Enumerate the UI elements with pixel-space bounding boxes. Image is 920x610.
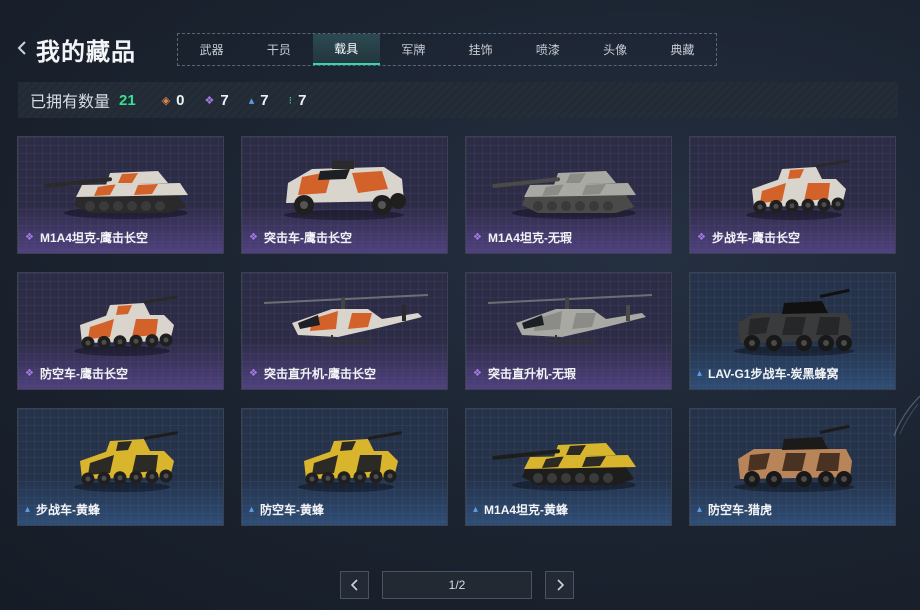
- rarity-count-value: 7: [220, 91, 229, 109]
- rarity-count-value: 7: [298, 91, 307, 109]
- blue-chevron-icon: ▴: [248, 94, 255, 107]
- apc-image: [734, 424, 854, 492]
- rarity-count-value: 0: [176, 91, 185, 109]
- collection-grid: ❖ M1A4坦克-鹰击长空 ❖ 突击车-鹰击长空 ❖ M1A4坦克-无瑕 ❖ 步…: [17, 136, 898, 528]
- collection-card[interactable]: ❖ 突击直升机-鹰击长空: [241, 272, 448, 390]
- card-label: ▴ 防空车-黄蜂: [249, 501, 324, 518]
- rarity-count-value: 7: [260, 91, 269, 109]
- collection-card[interactable]: ▴ M1A4坦克-黄蜂: [465, 408, 672, 526]
- item-name: LAV-G1步战车-炭黑蜂窝: [708, 367, 839, 381]
- prev-page-button[interactable]: [340, 571, 369, 599]
- rarity-count-blue: ▴ 7: [249, 92, 269, 109]
- header: 我的藏品 武器 干员 载具 军牌 挂饰 喷漆 头像 典藏: [0, 0, 920, 80]
- orange-diamond-icon: ◈: [161, 94, 171, 107]
- owned-label: 已拥有数量: [30, 94, 111, 111]
- purple-diamond-icon: ❖: [697, 232, 706, 243]
- item-name: 步战车-鹰击长空: [711, 231, 800, 245]
- collection-card[interactable]: ❖ 防空车-鹰击长空: [17, 272, 224, 390]
- assault-vehicle-image: [284, 161, 406, 220]
- purple-diamond-icon: ❖: [473, 232, 482, 243]
- item-name: 突击直升机-无瑕: [487, 367, 576, 381]
- blue-chevron-icon: ▴: [697, 504, 703, 515]
- category-tabs: 武器 干员 载具 军牌 挂饰 喷漆 头像 典藏: [177, 33, 717, 66]
- purple-diamond-icon: ❖: [249, 368, 258, 379]
- ifv-image: [746, 159, 850, 220]
- collection-card[interactable]: ▴ LAV-G1步战车-炭黑蜂窝: [689, 272, 896, 390]
- item-name: 防空车-黄蜂: [260, 503, 325, 517]
- item-name: M1A4坦克-黄蜂: [484, 503, 569, 517]
- card-label: ❖ 防空车-鹰击长空: [25, 365, 128, 382]
- card-label: ❖ 突击直升机-鹰击长空: [249, 365, 376, 382]
- collection-card[interactable]: ❖ M1A4坦克-鹰击长空: [17, 136, 224, 254]
- card-label: ▴ 防空车-猎虎: [697, 501, 772, 518]
- owned-total: 21: [119, 91, 136, 109]
- card-label: ❖ 突击车-鹰击长空: [249, 229, 352, 246]
- tab-collection[interactable]: 典藏: [649, 34, 716, 65]
- helicopter-image: [487, 294, 653, 342]
- tab-charms[interactable]: 挂饰: [447, 34, 514, 65]
- pagination: 1/2: [340, 571, 574, 599]
- rarity-count-green: ⁝ 7: [289, 92, 307, 109]
- back-button[interactable]: [14, 38, 30, 58]
- blue-chevron-icon: ▴: [249, 504, 255, 515]
- apc-image: [734, 288, 854, 356]
- purple-diamond-icon: ❖: [249, 232, 258, 243]
- collection-card[interactable]: ▴ 防空车-猎虎: [689, 408, 896, 526]
- card-label: ❖ 步战车-鹰击长空: [697, 229, 800, 246]
- blue-chevron-icon: ▴: [697, 368, 703, 379]
- purple-diamond-icon: ❖: [473, 368, 482, 379]
- collection-card[interactable]: ▴ 步战车-黄蜂: [17, 408, 224, 526]
- collection-card[interactable]: ▴ 防空车-黄蜂: [241, 408, 448, 526]
- item-name: 突击直升机-鹰击长空: [263, 367, 376, 381]
- rarity-count-orange: ◈ 0: [162, 92, 185, 109]
- tab-operators[interactable]: 干员: [245, 34, 312, 65]
- rarity-count-purple: ❖ 7: [205, 92, 229, 109]
- ifv-image: [298, 431, 402, 492]
- tab-sprays[interactable]: 喷漆: [514, 34, 581, 65]
- page-title: 我的藏品: [36, 39, 136, 66]
- chevron-right-icon: [556, 579, 564, 591]
- chevron-left-icon: [350, 579, 358, 591]
- owned-count-bar: 已拥有数量 21 ◈ 0 ❖ 7 ▴ 7 ⁝ 7: [18, 82, 898, 118]
- tab-vehicles[interactable]: 载具: [312, 34, 380, 65]
- blue-chevron-icon: ▴: [473, 504, 479, 515]
- page-indicator: 1/2: [382, 571, 532, 599]
- collection-card[interactable]: ❖ 突击车-鹰击长空: [241, 136, 448, 254]
- tank-image: [44, 171, 188, 219]
- card-label: ❖ 突击直升机-无瑕: [473, 365, 576, 382]
- item-name: 突击车-鹰击长空: [263, 231, 352, 245]
- purple-diamond-icon: ❖: [204, 94, 215, 107]
- green-dots-icon: ⁝: [288, 94, 293, 107]
- purple-diamond-icon: ❖: [25, 232, 34, 243]
- tab-weapons[interactable]: 武器: [178, 34, 245, 65]
- card-label: ▴ LAV-G1步战车-炭黑蜂窝: [697, 365, 838, 382]
- blue-chevron-icon: ▴: [25, 504, 31, 515]
- collection-card[interactable]: ❖ 步战车-鹰击长空: [689, 136, 896, 254]
- item-name: M1A4坦克-无瑕: [487, 231, 572, 245]
- collection-card[interactable]: ❖ 突击直升机-无瑕: [465, 272, 672, 390]
- tank-image: [492, 171, 636, 219]
- tab-dogtags[interactable]: 军牌: [380, 34, 447, 65]
- next-page-button[interactable]: [545, 571, 574, 599]
- chevron-left-icon: [17, 41, 26, 55]
- item-name: 步战车-黄蜂: [36, 503, 101, 517]
- helicopter-image: [263, 294, 429, 342]
- item-name: 防空车-猎虎: [708, 503, 773, 517]
- card-label: ❖ M1A4坦克-无瑕: [473, 229, 572, 246]
- card-label: ▴ 步战车-黄蜂: [25, 501, 100, 518]
- tab-avatars[interactable]: 头像: [582, 34, 649, 65]
- ifv-image: [74, 295, 178, 356]
- purple-diamond-icon: ❖: [25, 368, 34, 379]
- item-name: 防空车-鹰击长空: [39, 367, 128, 381]
- card-label: ▴ M1A4坦克-黄蜂: [473, 501, 568, 518]
- card-label: ❖ M1A4坦克-鹰击长空: [25, 229, 148, 246]
- tank-image: [492, 443, 636, 491]
- item-name: M1A4坦克-鹰击长空: [39, 231, 148, 245]
- ifv-image: [74, 431, 178, 492]
- collection-card[interactable]: ❖ M1A4坦克-无瑕: [465, 136, 672, 254]
